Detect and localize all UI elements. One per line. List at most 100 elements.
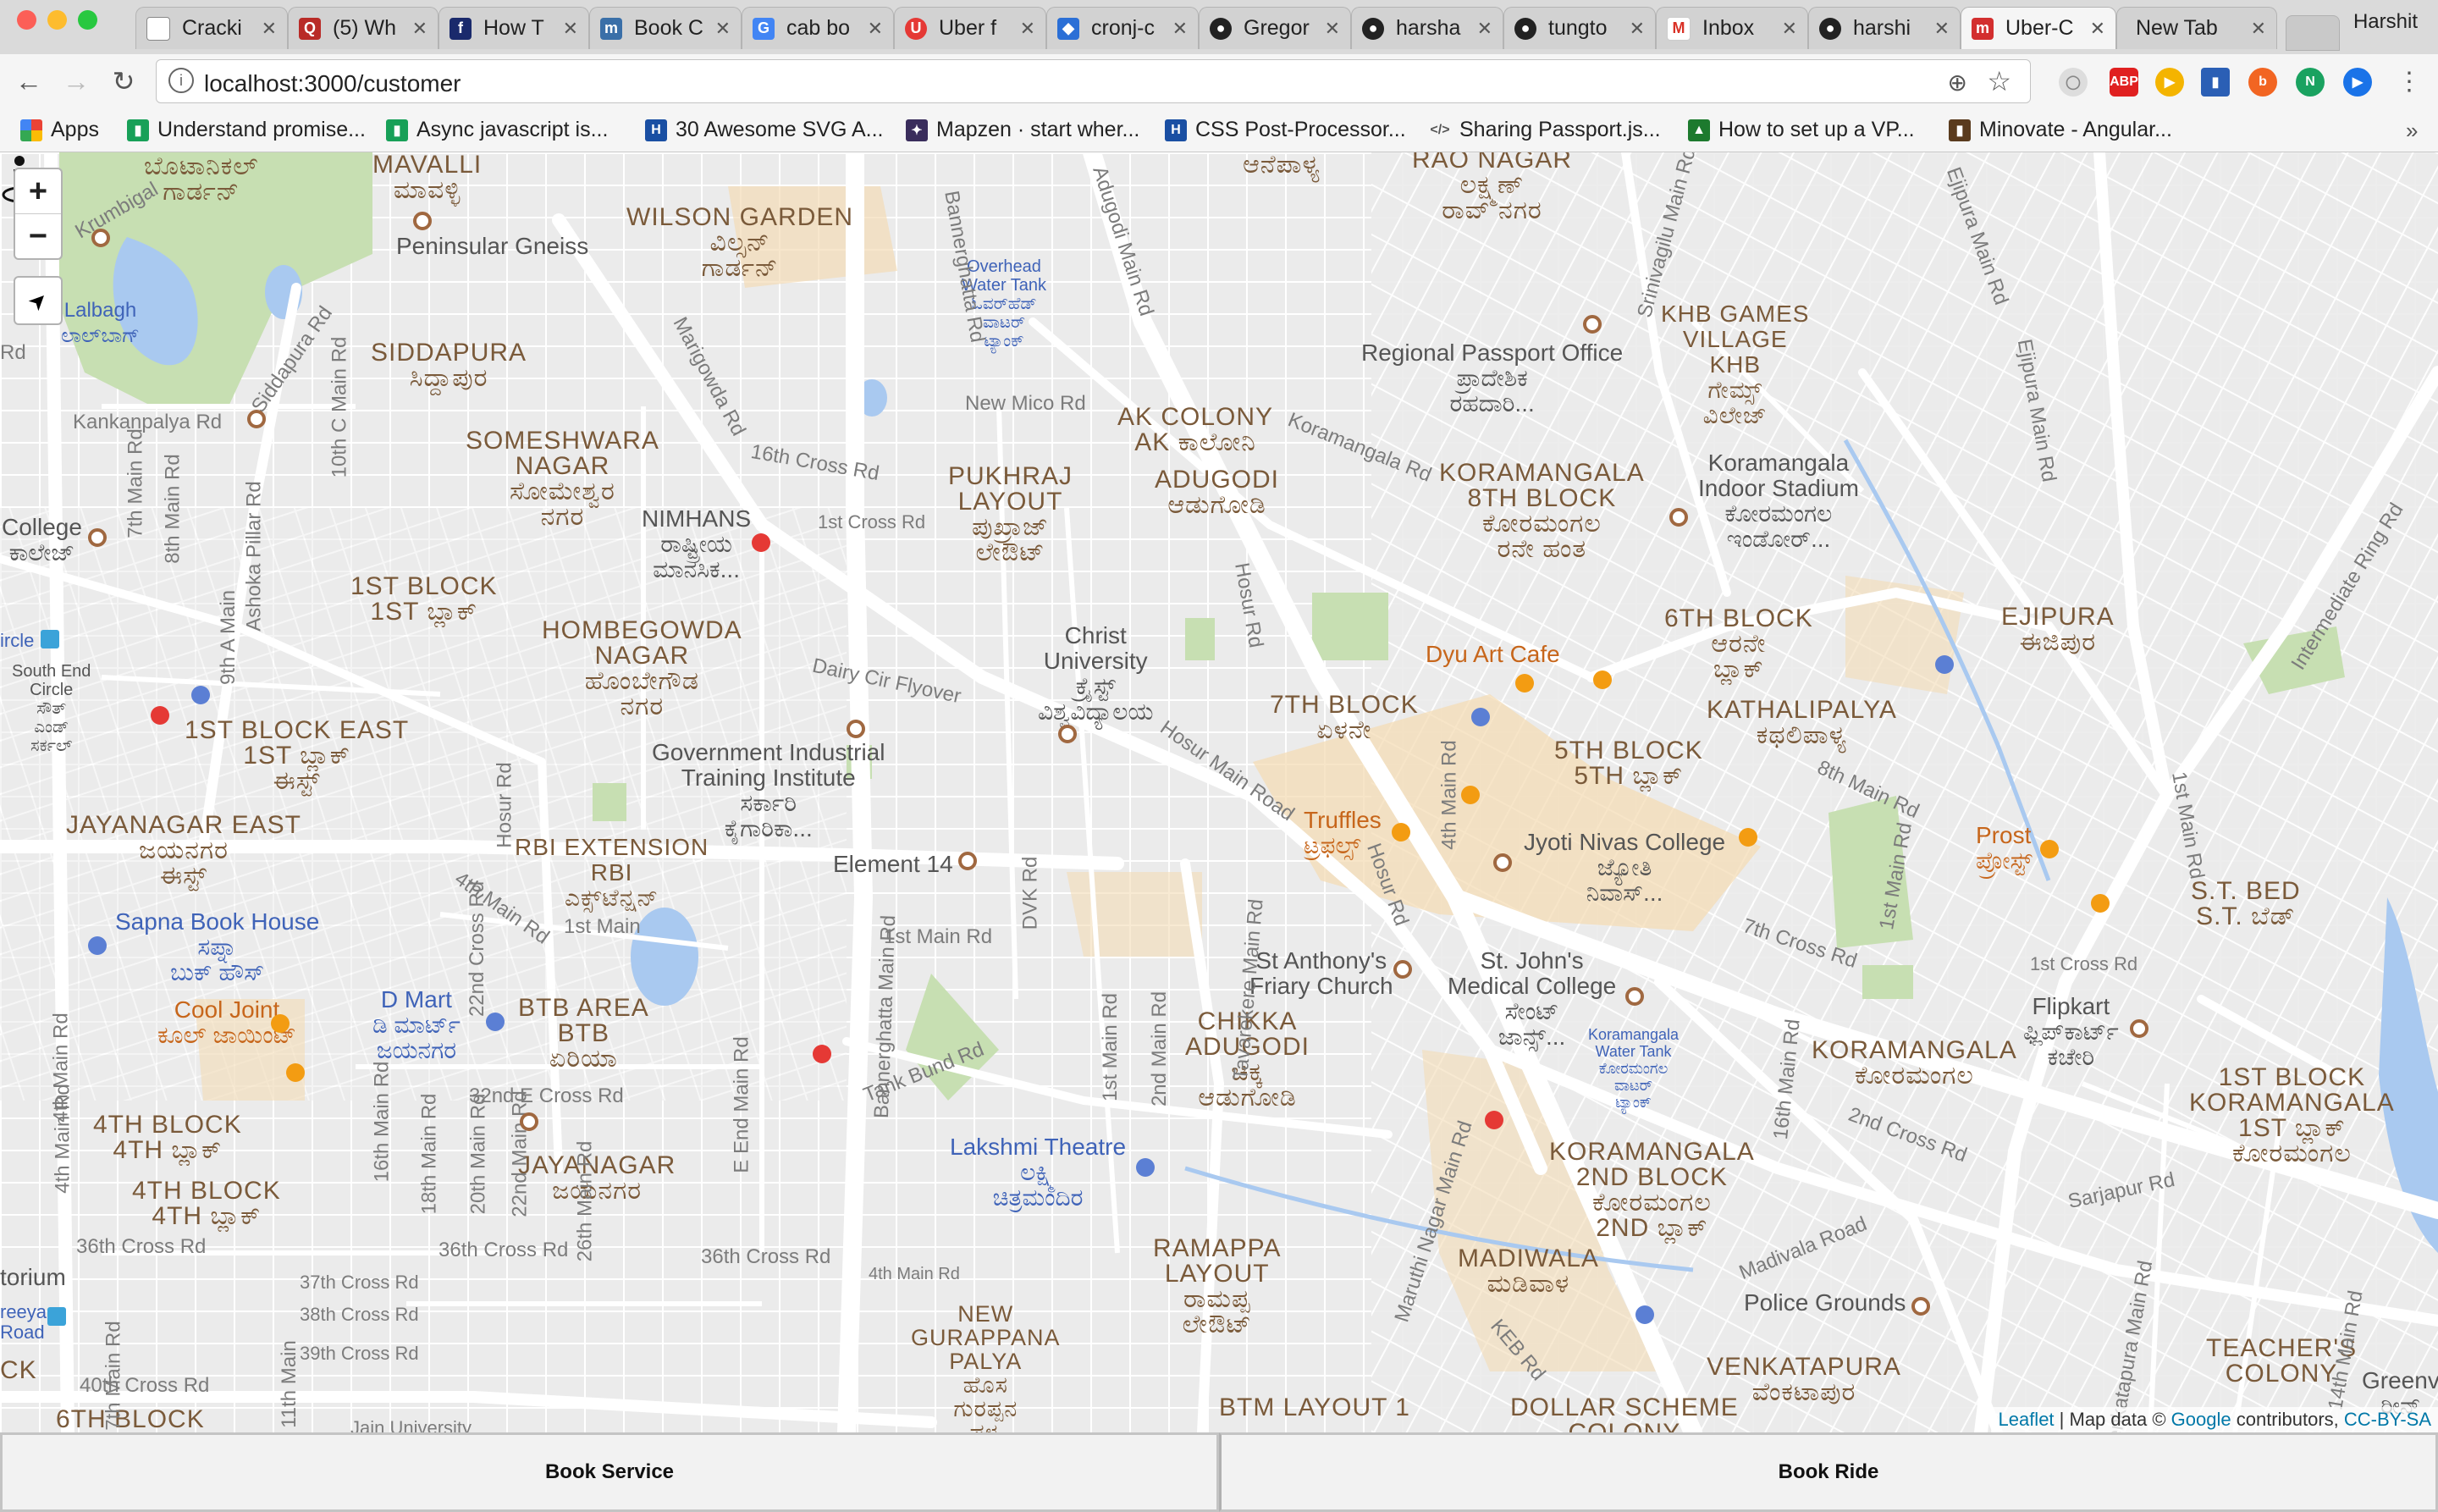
bookmark-item[interactable]: ▮ Understand promise... bbox=[127, 118, 366, 142]
new-badge-icon[interactable]: N bbox=[2296, 68, 2325, 97]
close-tab-icon[interactable]: ✕ bbox=[1020, 18, 1035, 40]
bookmark-star-icon[interactable]: ☆ bbox=[1987, 65, 2011, 97]
hospital-icon[interactable] bbox=[813, 1045, 831, 1063]
hospital-icon[interactable] bbox=[151, 706, 169, 725]
close-tab-icon[interactable]: ✕ bbox=[868, 18, 883, 40]
close-tab-icon[interactable]: ✕ bbox=[715, 18, 731, 40]
hospital-icon[interactable] bbox=[752, 533, 770, 552]
close-tab-icon[interactable]: ✕ bbox=[1782, 18, 1797, 40]
browser-tab[interactable]: ● harsha ✕ bbox=[1351, 7, 1503, 49]
browser-tab[interactable]: ● tungto ✕ bbox=[1503, 7, 1656, 49]
close-tab-icon[interactable]: ✕ bbox=[1630, 18, 1645, 40]
close-tab-icon[interactable]: ✕ bbox=[2090, 18, 2105, 40]
poi-pin-icon[interactable] bbox=[1625, 987, 1644, 1006]
zoom-out-button[interactable]: − bbox=[15, 214, 61, 258]
bookmark-item[interactable]: Apps bbox=[20, 118, 99, 142]
shopping-icon[interactable] bbox=[88, 936, 107, 955]
poi-pin-icon[interactable] bbox=[413, 212, 432, 230]
book-ride-button[interactable]: Book Ride bbox=[1219, 1432, 2438, 1512]
bookmark-item[interactable]: ▲ How to set up a VP... bbox=[1688, 118, 1915, 142]
browser-tab[interactable]: Cracki ✕ bbox=[135, 7, 288, 49]
more-bookmarks-chevron-icon[interactable]: » bbox=[2406, 118, 2418, 144]
browser-tab[interactable]: ◆ cronj-c ✕ bbox=[1046, 7, 1199, 49]
poi-pin-icon[interactable] bbox=[1393, 960, 1412, 979]
zoom-window-button[interactable] bbox=[78, 10, 97, 30]
zoom-in-button[interactable]: + bbox=[15, 169, 61, 214]
poi-pin-icon[interactable] bbox=[1058, 725, 1077, 743]
close-tab-icon[interactable]: ✕ bbox=[1172, 18, 1188, 40]
shopping-icon[interactable] bbox=[1471, 708, 1490, 726]
bookmark-ext-icon[interactable]: ▮ bbox=[2201, 68, 2230, 97]
info-icon[interactable]: i bbox=[168, 68, 194, 93]
book-service-button[interactable]: Book Service bbox=[0, 1432, 1219, 1512]
minimize-window-button[interactable] bbox=[47, 10, 67, 30]
poi-pin-icon[interactable] bbox=[1583, 315, 1602, 334]
feed-icon[interactable]: b bbox=[2248, 68, 2277, 97]
close-tab-icon[interactable]: ✕ bbox=[412, 18, 427, 40]
restaurant-icon[interactable] bbox=[1515, 674, 1534, 693]
restaurant-icon[interactable] bbox=[2040, 840, 2059, 858]
restaurant-icon[interactable] bbox=[1593, 670, 1612, 689]
menu-kebab-icon[interactable]: ⋮ bbox=[2392, 64, 2426, 98]
browser-tab[interactable]: Q (5) Wh ✕ bbox=[288, 7, 439, 49]
shopping-icon[interactable] bbox=[1935, 655, 1954, 674]
bookmark-item[interactable]: ✦ Mapzen · start wher... bbox=[906, 118, 1139, 142]
browser-tab[interactable]: ● harshi ✕ bbox=[1808, 7, 1961, 49]
browser-tab[interactable]: ● Gregor ✕ bbox=[1199, 7, 1351, 49]
theatre-icon[interactable] bbox=[1136, 1158, 1155, 1177]
poi-pin-icon[interactable] bbox=[520, 1112, 538, 1131]
forward-arrow-icon[interactable]: → bbox=[59, 64, 93, 98]
location-target-icon[interactable]: ⊕ bbox=[1948, 69, 1967, 97]
browser-tab-active[interactable]: m Uber-C ✕ bbox=[1961, 7, 2116, 49]
profile-name[interactable]: Harshit bbox=[2353, 10, 2418, 34]
close-tab-icon[interactable]: ✕ bbox=[1934, 18, 1950, 40]
restaurant-icon[interactable] bbox=[1392, 823, 1410, 842]
browser-tab[interactable]: m Book C ✕ bbox=[589, 7, 742, 49]
bookmark-item[interactable]: H CSS Post-Processor... bbox=[1165, 118, 1406, 142]
restaurant-icon[interactable] bbox=[286, 1063, 305, 1082]
browser-tab[interactable]: M Inbox ✕ bbox=[1656, 7, 1808, 49]
slides-icon[interactable]: ▶ bbox=[2155, 68, 2184, 97]
bookmark-item[interactable]: </> Sharing Passport.js... bbox=[1429, 118, 1660, 142]
close-tab-icon[interactable]: ✕ bbox=[563, 18, 578, 40]
poi-pin-icon[interactable] bbox=[247, 410, 266, 428]
transit-icon[interactable] bbox=[41, 630, 59, 648]
poi-pin-icon[interactable] bbox=[1911, 1297, 1930, 1316]
shopping-icon[interactable] bbox=[1635, 1305, 1654, 1324]
browser-tab[interactable]: f How T ✕ bbox=[439, 7, 589, 49]
bookmark-item[interactable]: ▮ Async javascript is... bbox=[386, 118, 608, 142]
poi-pin-icon[interactable] bbox=[847, 720, 865, 738]
poi-pin-icon[interactable] bbox=[958, 852, 977, 870]
restaurant-icon[interactable] bbox=[271, 1014, 290, 1033]
close-window-button[interactable] bbox=[17, 10, 36, 30]
back-arrow-icon[interactable]: ← bbox=[12, 64, 46, 98]
play-circle-icon[interactable]: ▶ bbox=[2343, 68, 2372, 97]
map-container[interactable]: ಬೊಟಾನಿಕಲ್ ಗಾರ್ಡನ್ MAVALLI ಮಾವಳ್ಳಿ Penins… bbox=[0, 152, 2438, 1432]
restaurant-icon[interactable] bbox=[1461, 786, 1480, 804]
shopping-icon[interactable] bbox=[191, 686, 210, 704]
poi-pin-icon[interactable] bbox=[2130, 1019, 2148, 1038]
url-text[interactable]: localhost:3000/customer bbox=[204, 70, 461, 97]
restaurant-icon[interactable] bbox=[2091, 894, 2110, 913]
browser-tab[interactable]: Gcab bo ✕ bbox=[742, 7, 894, 49]
new-tab-button[interactable] bbox=[2286, 15, 2340, 51]
license-link[interactable]: CC-BY-SA bbox=[2344, 1409, 2431, 1430]
poi-pin-icon[interactable] bbox=[91, 229, 110, 247]
poi-pin-icon[interactable] bbox=[88, 528, 107, 547]
locate-me-button[interactable]: ➤ bbox=[14, 276, 63, 325]
close-tab-icon[interactable]: ✕ bbox=[262, 18, 277, 40]
reload-icon[interactable]: ↻ bbox=[107, 64, 141, 98]
close-tab-icon[interactable]: ✕ bbox=[1477, 18, 1492, 40]
google-link[interactable]: Google bbox=[2171, 1409, 2231, 1430]
address-bar[interactable]: i localhost:3000/customer ⊕ ☆ bbox=[156, 59, 2031, 103]
adblock-icon[interactable]: ABP bbox=[2110, 68, 2138, 97]
poi-pin-icon[interactable] bbox=[1669, 508, 1688, 527]
browser-tab[interactable]: U Uber f ✕ bbox=[894, 7, 1046, 49]
bookmark-item[interactable]: ▮ Minovate - Angular... bbox=[1949, 118, 2172, 142]
bookmark-item[interactable]: H 30 Awesome SVG A... bbox=[645, 118, 884, 142]
poi-pin-icon[interactable] bbox=[1493, 853, 1512, 872]
extension-icon[interactable]: ◯ bbox=[2059, 68, 2088, 97]
transit-icon[interactable] bbox=[47, 1307, 66, 1326]
close-tab-icon[interactable]: ✕ bbox=[1325, 18, 1340, 40]
shopping-icon[interactable] bbox=[486, 1013, 505, 1031]
